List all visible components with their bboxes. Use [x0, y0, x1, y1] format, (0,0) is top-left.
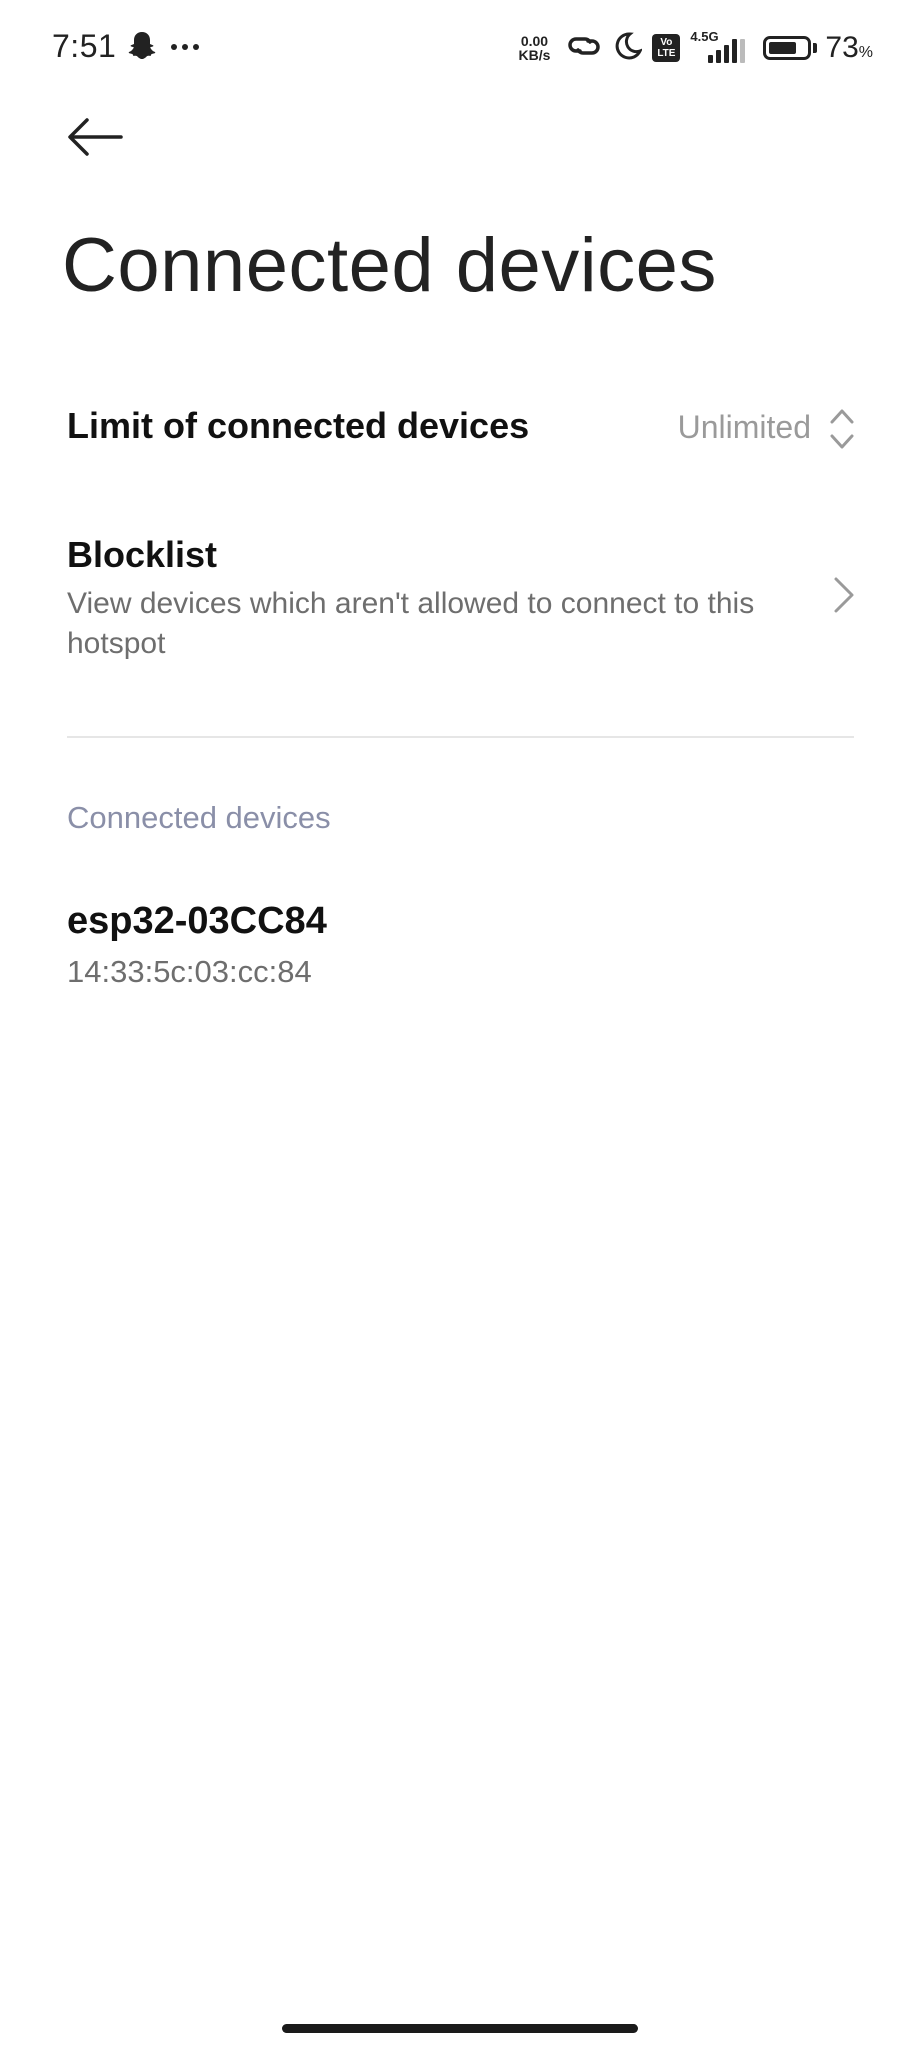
list-item-device[interactable]: esp32-03CC84 14:33:5c:03:cc:84 — [0, 888, 921, 998]
more-dots-icon — [170, 39, 200, 57]
net-speed-value: 0.00 — [520, 33, 549, 49]
limit-label: Limit of connected devices — [67, 405, 530, 446]
page-title: Connected devices — [62, 223, 717, 308]
connected-devices-section-header: Connected devices — [67, 800, 331, 835]
battery-percent-value: 73 — [825, 31, 859, 64]
snapchat-ghost-icon — [128, 30, 156, 65]
status-time: 7:51 — [52, 28, 117, 64]
device-mac-address: 14:33:5c:03:cc:84 — [67, 954, 312, 989]
moon-icon — [612, 31, 644, 66]
blocklist-label: Blocklist — [67, 534, 218, 575]
limit-value: Unlimited — [677, 409, 811, 445]
blocklist-description: View devices which aren't allowed to con… — [67, 587, 755, 660]
network-type-label: 4.5G — [690, 29, 719, 44]
section-divider — [67, 736, 854, 738]
volte-top-text: Vo — [660, 37, 673, 48]
link-icon — [566, 31, 602, 66]
status-bar: 7:51 0.00 KB/s Vo LTE 4.5G 73% — [0, 0, 921, 96]
arrow-left-icon — [68, 118, 123, 156]
volte-badge: Vo LTE — [652, 34, 681, 62]
up-down-chevron-icon — [830, 409, 854, 449]
status-right-icons: 0.00 KB/s Vo LTE 4.5G 73% — [518, 26, 873, 70]
device-name: esp32-03CC84 — [67, 900, 327, 942]
signal-indicator: 4.5G — [690, 29, 746, 63]
battery-percent-unit: % — [858, 44, 873, 61]
battery-percent: 73% — [825, 31, 873, 65]
blocklist-row[interactable]: Blocklist View devices which aren't allo… — [0, 520, 921, 670]
limit-connected-devices-row[interactable]: Limit of connected devices Unlimited — [0, 385, 921, 471]
battery-icon — [763, 36, 812, 60]
net-speed-unit: KB/s — [518, 47, 551, 63]
net-speed-indicator: 0.00 KB/s — [518, 34, 550, 62]
battery-fill — [769, 42, 796, 54]
battery-indicator: 73% — [763, 31, 873, 65]
home-indicator-bar[interactable] — [282, 2024, 638, 2033]
back-button[interactable] — [62, 110, 128, 164]
chevron-right-icon — [834, 577, 854, 613]
battery-tip — [813, 43, 818, 53]
volte-bottom-text: LTE — [657, 48, 676, 59]
status-left-icons — [128, 30, 200, 65]
